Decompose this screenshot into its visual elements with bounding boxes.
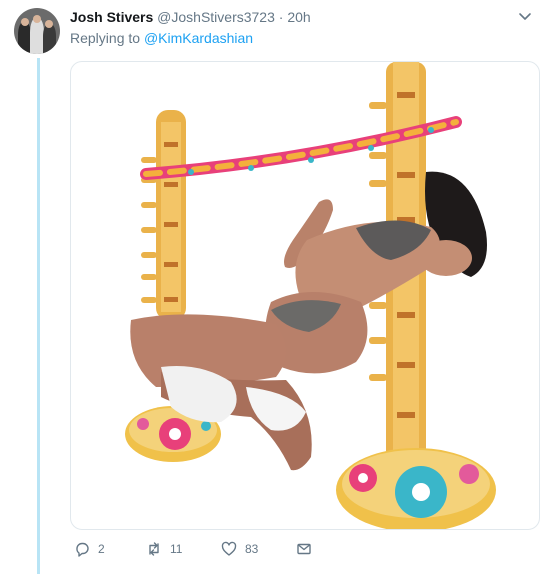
tweet-actions: 2 11 83 xyxy=(70,541,370,561)
media-illustration xyxy=(125,62,496,529)
direct-message-button[interactable] xyxy=(296,541,320,557)
display-name[interactable]: Josh Stivers xyxy=(70,9,153,25)
replying-to: Replying to @KimKardashian xyxy=(70,30,253,46)
message-icon xyxy=(297,543,311,555)
retweet-count: 11 xyxy=(170,542,183,556)
timestamp[interactable]: 20h xyxy=(287,9,310,25)
reply-count: 2 xyxy=(98,542,105,556)
replying-handle-link[interactable]: @KimKardashian xyxy=(144,30,253,46)
replying-prefix: Replying to xyxy=(70,30,141,46)
like-count: 83 xyxy=(245,542,259,556)
thread-line xyxy=(37,58,40,574)
reply-button[interactable]: 2 xyxy=(74,541,105,557)
username[interactable]: @JoshStivers3723 xyxy=(157,9,275,25)
like-button[interactable]: 83 xyxy=(221,541,258,557)
retweet-icon xyxy=(149,542,159,556)
media-image[interactable] xyxy=(70,61,540,530)
chevron-down-icon[interactable] xyxy=(518,10,532,24)
like-icon xyxy=(221,541,237,556)
tweet-header: Josh Stivers @JoshStivers3723 · 20h xyxy=(70,9,311,25)
retweet-button[interactable]: 11 xyxy=(146,541,182,557)
separator: · xyxy=(278,9,284,25)
avatar[interactable] xyxy=(14,8,60,54)
reply-icon xyxy=(76,542,89,557)
